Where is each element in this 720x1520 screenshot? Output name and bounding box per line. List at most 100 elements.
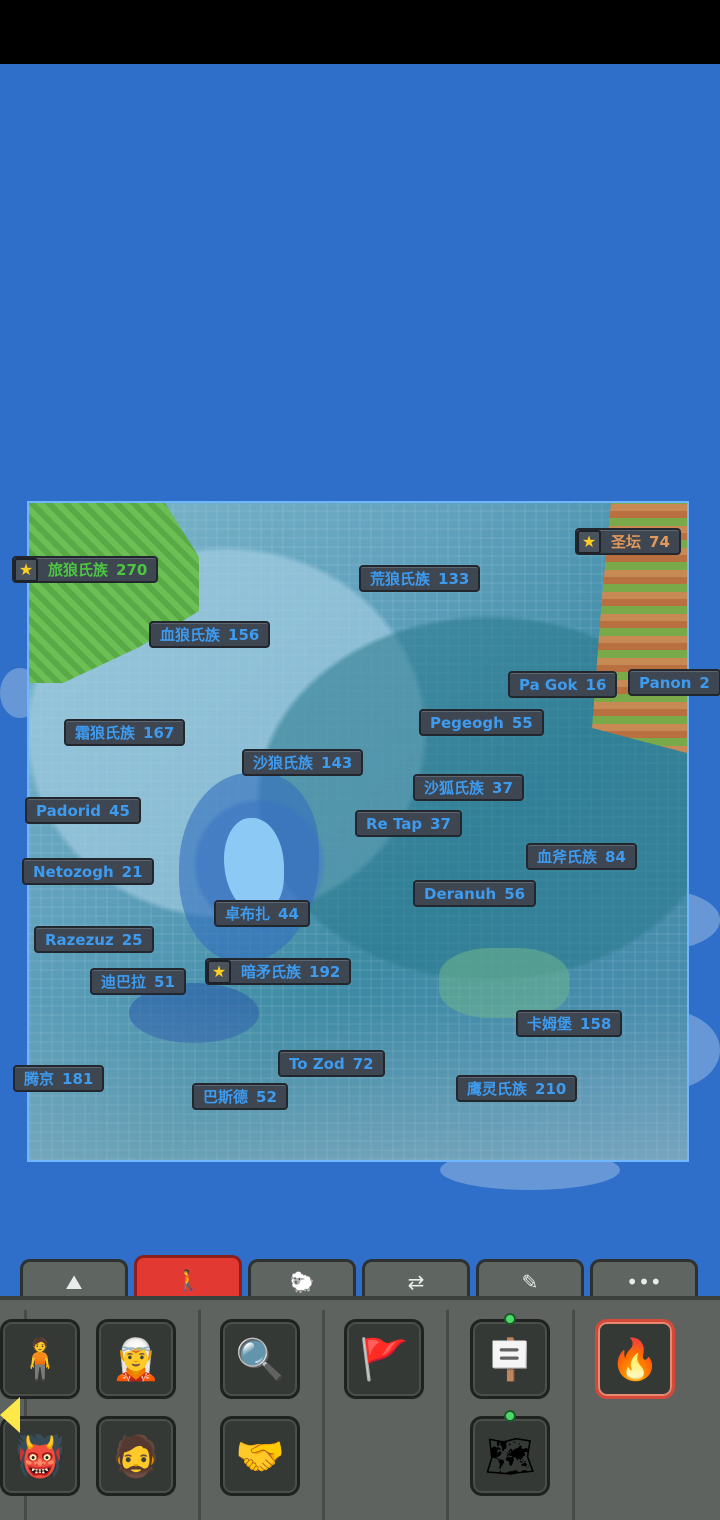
- kingdom-label[interactable]: ★ 旅狼氏族 270: [12, 556, 159, 583]
- signpost-button[interactable]: 🪧: [470, 1319, 550, 1399]
- kingdom-population: 37: [492, 778, 513, 797]
- kingdom-name: 沙狼氏族: [253, 754, 314, 772]
- kingdom-population: 167: [143, 723, 175, 742]
- kingdom-population: 72: [352, 1054, 374, 1073]
- tab-more[interactable]: •••: [590, 1259, 698, 1301]
- kingdom-label[interactable]: Panon 2: [628, 669, 720, 696]
- kingdom-label[interactable]: Padorid 45: [25, 797, 141, 824]
- status-bar: [0, 0, 720, 64]
- kingdom-name: Deranuh: [424, 884, 497, 903]
- kingdom-population: 181: [62, 1069, 94, 1088]
- mountains-icon: ⛰: [65, 1269, 83, 1294]
- tab-animals[interactable]: 🐑: [248, 1259, 356, 1301]
- alliance-handshake-icon: 🤝: [235, 1433, 285, 1480]
- war-flag-icon: 🚩: [359, 1336, 409, 1383]
- kingdom-label[interactable]: 卓布扎 44: [214, 900, 310, 927]
- kingdom-label[interactable]: 血狼氏族 156: [149, 621, 271, 648]
- kingdom-label[interactable]: ★ 圣坛 74: [575, 528, 681, 555]
- panel-divider: [322, 1310, 325, 1520]
- human-unit-button[interactable]: 🧍: [0, 1319, 80, 1399]
- kingdom-label[interactable]: Re Tap 37: [355, 810, 462, 837]
- kingdom-label[interactable]: 血斧氏族 84: [526, 843, 637, 870]
- kingdom-population: 56: [504, 884, 526, 903]
- kingdom-name: Netozogh: [33, 862, 114, 881]
- kingdom-label[interactable]: Pegeogh 55: [419, 709, 544, 736]
- grassland-region: [29, 503, 199, 683]
- kingdom-label[interactable]: 沙狐氏族 37: [413, 774, 524, 801]
- panel-divider: [446, 1310, 449, 1520]
- scroll-left-arrow-icon[interactable]: [0, 1397, 20, 1433]
- kingdom-name: 暗矛氏族: [241, 963, 302, 981]
- kingdom-population: 21: [121, 862, 143, 881]
- kingdom-population: 133: [438, 569, 470, 588]
- kingdom-label[interactable]: 鹰灵氏族 210: [456, 1075, 578, 1102]
- kingdom-label[interactable]: Netozogh 21: [22, 858, 154, 885]
- kingdom-population: 44: [278, 904, 299, 923]
- kingdom-label[interactable]: 霜狼氏族 167: [64, 719, 186, 746]
- kingdom-population: 52: [256, 1087, 277, 1106]
- tab-creatures[interactable]: 🚶: [134, 1255, 242, 1301]
- tab-drawing[interactable]: ✎: [476, 1259, 584, 1301]
- kingdom-label[interactable]: Pa Gok 16: [508, 671, 618, 698]
- kingdom-label[interactable]: 腾京 181: [13, 1065, 105, 1092]
- kingdom-population: 37: [430, 814, 451, 833]
- kingdom-name: 霜狼氏族: [75, 724, 136, 742]
- elf-unit-icon: 🧝: [111, 1336, 161, 1383]
- swap-arrows-icon: ⇄: [407, 1269, 425, 1294]
- kingdom-name: 血狼氏族: [160, 626, 221, 644]
- kingdom-population: 270: [116, 560, 148, 579]
- war-flag-button[interactable]: 🚩: [344, 1319, 424, 1399]
- notification-dot: [504, 1410, 516, 1422]
- human-unit-icon: 🧍: [15, 1336, 65, 1383]
- kingdom-population: 25: [121, 930, 143, 949]
- capital-star-icon: ★: [577, 529, 601, 554]
- tab-terrain[interactable]: ⛰: [20, 1259, 128, 1301]
- kingdom-name: Pegeogh: [430, 713, 504, 732]
- kingdom-population: 158: [580, 1014, 612, 1033]
- elf-unit-button[interactable]: 🧝: [96, 1319, 176, 1399]
- kingdom-population: 55: [511, 713, 533, 732]
- kingdom-label[interactable]: 卡姆堡 158: [516, 1010, 623, 1037]
- kingdom-name: 血斧氏族: [537, 848, 598, 866]
- kingdom-name: To Zod: [289, 1054, 345, 1073]
- kingdom-population: 16: [585, 675, 607, 694]
- signpost-icon: 🪧: [485, 1336, 535, 1383]
- kingdom-name: 卓布扎: [225, 905, 271, 923]
- panel-divider: [198, 1310, 201, 1520]
- alliance-button[interactable]: 🤝: [220, 1416, 300, 1496]
- kingdom-population: 143: [321, 753, 353, 772]
- kingdom-label[interactable]: Deranuh 56: [413, 880, 537, 907]
- kingdom-label[interactable]: To Zod 72: [278, 1050, 385, 1077]
- capital-star-icon: ★: [14, 557, 38, 582]
- kingdom-name: Razezuz: [45, 930, 114, 949]
- kingdom-population: 84: [605, 847, 626, 866]
- kingdom-name: Re Tap: [366, 814, 423, 833]
- kingdom-label[interactable]: Razezuz 25: [34, 926, 154, 953]
- kingdom-label[interactable]: 迪巴拉 51: [90, 968, 186, 995]
- panel-divider: [572, 1310, 575, 1520]
- orc-unit-icon: 👹: [15, 1433, 65, 1480]
- kingdom-label[interactable]: 荒狼氏族 133: [359, 565, 481, 592]
- inspect-village-button[interactable]: 🔍: [220, 1319, 300, 1399]
- kingdom-label[interactable]: ★ 暗矛氏族 192: [205, 958, 352, 985]
- world-scroll-map-icon: 🗺: [484, 1433, 536, 1480]
- animal-icon: 🐑: [289, 1269, 315, 1294]
- kingdom-name: 巴斯德: [203, 1088, 249, 1106]
- kingdom-name: Panon: [639, 673, 692, 692]
- fire-spell-button[interactable]: 🔥: [595, 1319, 675, 1399]
- person-icon: 🚶: [175, 1267, 201, 1292]
- game-screen: ★ 旅狼氏族 270 ★ 圣坛 74 荒狼氏族 133 血狼氏族 156 Pa …: [0, 0, 720, 1520]
- tab-powers[interactable]: ⇄: [362, 1259, 470, 1301]
- kingdom-label[interactable]: 沙狼氏族 143: [242, 749, 364, 776]
- pencils-icon: ✎: [521, 1269, 539, 1294]
- kingdom-population: 74: [649, 532, 670, 551]
- kingdom-population: 156: [228, 625, 260, 644]
- kingdom-population: 210: [535, 1079, 567, 1098]
- kingdom-name: 旅狼氏族: [48, 561, 109, 579]
- kingdom-name: 鹰灵氏族: [467, 1080, 528, 1098]
- kingdom-label[interactable]: 巴斯德 52: [192, 1083, 288, 1110]
- kingdom-name: 沙狐氏族: [424, 779, 485, 797]
- kingdom-name: Pa Gok: [519, 675, 578, 694]
- world-map-scroll-button[interactable]: 🗺: [470, 1416, 550, 1496]
- dwarf-unit-button[interactable]: 🧔: [96, 1416, 176, 1496]
